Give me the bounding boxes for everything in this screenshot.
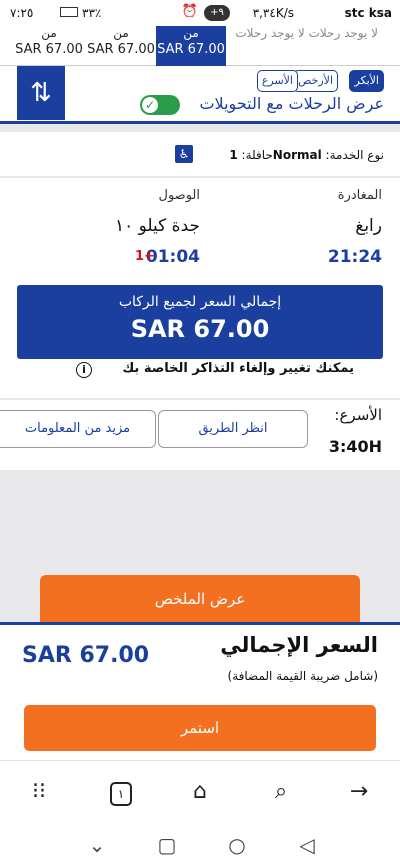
fastest-row: مزيد من المعلومات انظر الطريق الأسرع: 3:…: [0, 400, 400, 470]
tab-price: SAR 67.00: [157, 42, 225, 57]
date-tab-1[interactable]: من SAR 67.00: [156, 26, 226, 66]
service-text: نوع الخدمة: Normalحافلة: 1: [229, 148, 384, 162]
filter-bar: ⇅ الأبكر الأرخص الأسرع عرض الرحلات مع ال…: [0, 66, 400, 124]
check-icon: ✓: [142, 97, 158, 113]
network-speed: ٣,٣٤K/s: [252, 6, 294, 20]
departure-label: المغادرة: [337, 188, 382, 203]
arrival-label: الوصول: [158, 188, 201, 203]
departure-city: رابغ: [355, 216, 382, 236]
more-info-button[interactable]: مزيد من المعلومات: [0, 410, 156, 448]
total-price-value: SAR 67.00: [130, 315, 270, 343]
sort-earliest-chip[interactable]: الأبكر: [349, 70, 384, 92]
day-offset-badge: 1+: [135, 249, 155, 264]
tab-price: SAR 67.00: [87, 42, 155, 57]
recent-apps-icon[interactable]: ▢: [152, 830, 182, 860]
tab-price: SAR 67.00: [15, 42, 83, 57]
tab-from-label: من: [183, 26, 199, 40]
fastest-label: الأسرع:: [334, 406, 382, 424]
tab-from-label: من: [41, 26, 57, 40]
tabs-icon[interactable]: ١: [104, 775, 138, 809]
search-icon[interactable]: ⌕: [264, 775, 298, 809]
keyboard-toggle-icon[interactable]: ⌄: [82, 830, 112, 860]
fastest-duration: 3:40H: [328, 437, 382, 456]
status-bar: stc ksa ٣,٣٤K/s +٩ ⏰ ٧:٢٥ ٣٣٪: [0, 0, 400, 26]
info-icon[interactable]: i: [76, 362, 92, 378]
battery-icon: [60, 7, 78, 17]
total-price-box: إجمالي السعر لجميع الركاب SAR 67.00: [17, 285, 383, 359]
browser-nav-bar: ⁝⁝ ١ ⌂ ⌕ →: [0, 760, 400, 822]
system-nav-bar: ⌄ ▢ ○ ◁: [0, 822, 400, 867]
arrival-city: جدة كيلو ١٠: [114, 216, 200, 236]
transfers-label: عرض الرحلات مع التحويلات: [199, 94, 384, 113]
no-trips-text: لا يوجد رحلات لا يوجد رحلات: [235, 26, 378, 40]
bus-label: حافلة:: [241, 148, 273, 162]
transfers-toggle[interactable]: ✓: [140, 95, 180, 115]
carrier-name: stc ksa: [344, 6, 392, 20]
back-icon[interactable]: ◁: [292, 830, 322, 860]
alarm-icon: ⏰: [181, 4, 198, 19]
date-tab-3[interactable]: من SAR 67.00: [14, 26, 84, 66]
total-label: السعر الإجمالي: [220, 633, 378, 657]
see-route-button[interactable]: انظر الطريق: [158, 410, 308, 448]
service-label: نوع الخدمة:: [325, 148, 384, 162]
trip-card[interactable]: المغادرة الوصول رابغ جدة كيلو ١٠ 21:24 0…: [0, 178, 400, 398]
bus-count: 1: [229, 148, 238, 162]
clock: ٧:٢٥: [10, 6, 34, 20]
service-info: نوع الخدمة: Normalحافلة: 1 ♿: [0, 132, 400, 176]
tab-from-label: من: [113, 26, 129, 40]
menu-dots-icon[interactable]: ⁝⁝: [22, 775, 56, 809]
home-icon[interactable]: ⌂: [183, 775, 217, 809]
wheelchair-icon: ♿: [175, 145, 193, 163]
departure-time: 21:24: [327, 247, 382, 267]
sort-fastest-chip[interactable]: الأسرع: [256, 70, 298, 92]
swap-vertical-icon[interactable]: ⇅: [17, 66, 65, 120]
vat-note: (شامل ضريبة القيمة المضافة): [227, 669, 378, 683]
forward-arrow-icon[interactable]: →: [342, 775, 376, 809]
total-price-label: إجمالي السعر لجميع الركاب: [118, 294, 282, 310]
tab-count: ١: [110, 782, 132, 806]
show-summary-button[interactable]: عرض الملخص: [40, 575, 360, 623]
home-circle-icon[interactable]: ○: [222, 830, 252, 860]
change-note: يمكنك تغيير وإلغاء التذاكر الخاصة بك: [122, 361, 354, 376]
totals-panel: السعر الإجمالي (شامل ضريبة القيمة المضاف…: [0, 622, 400, 760]
sort-cheapest-chip[interactable]: الأرخص: [293, 70, 338, 92]
date-tab-2[interactable]: من SAR 67.00: [86, 26, 156, 66]
date-tabs-bar: لا يوجد رحلات لا يوجد رحلات من SAR 67.00…: [0, 26, 400, 66]
service-type: Normal: [272, 148, 322, 162]
notification-count-badge: +٩: [204, 5, 230, 21]
total-amount: SAR 67.00: [22, 643, 150, 668]
continue-button[interactable]: استمر: [24, 705, 376, 751]
battery-percent: ٣٣٪: [82, 6, 102, 20]
